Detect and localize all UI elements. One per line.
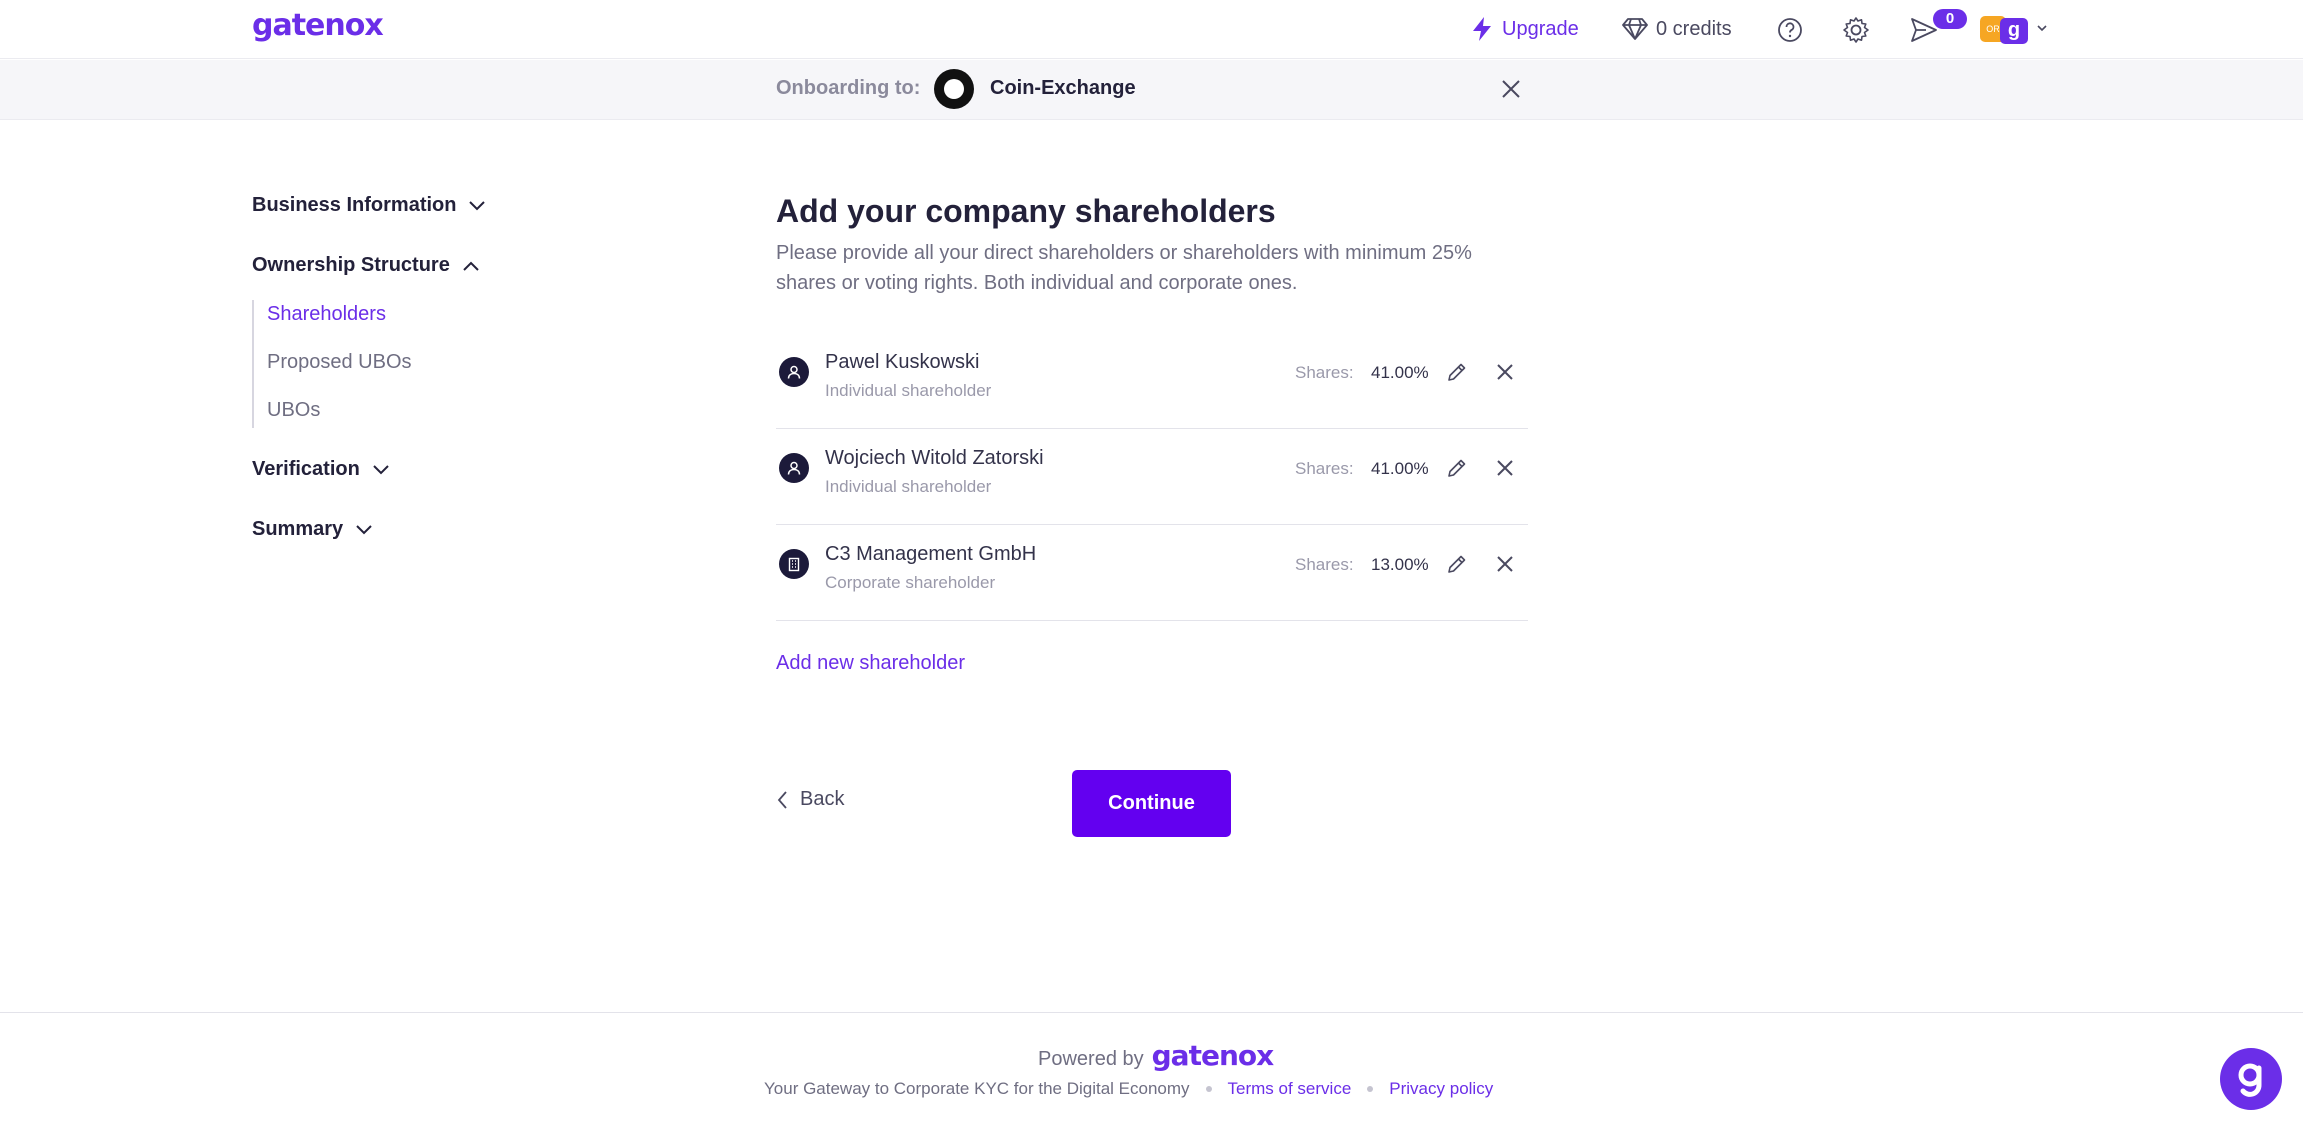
lightning-icon: [1473, 17, 1491, 41]
nav-section-ownership-structure[interactable]: Ownership Structure: [252, 254, 480, 277]
shares-label: Shares:: [1295, 363, 1354, 382]
shares-label: Shares:: [1295, 459, 1354, 478]
shares-label: Shares:: [1295, 555, 1354, 574]
onboarding-company-name: Coin-Exchange: [990, 77, 1136, 99]
diamond-icon: [1622, 18, 1648, 40]
edit-pencil-icon[interactable]: [1446, 553, 1468, 575]
remove-close-icon[interactable]: [1494, 553, 1516, 575]
nav-section-summary[interactable]: Summary: [252, 518, 373, 541]
subnav-item-shareholders[interactable]: Shareholders: [267, 303, 386, 326]
shareholder-row: Wojciech Witold Zatorski Individual shar…: [776, 429, 1528, 525]
credits-label: 0 credits: [1656, 17, 1732, 40]
shareholder-row: C3 Management GmbH Corporate shareholder…: [776, 525, 1528, 621]
question-icon: [1778, 18, 1802, 42]
footer-logo[interactable]: gatenox: [1152, 1039, 1275, 1072]
subnav-item-ubos[interactable]: UBOs: [267, 399, 320, 422]
footer-tagline: Your Gateway to Corporate KYC for the Di…: [764, 1079, 1190, 1098]
powered-by: Powered by gatenox: [1038, 1039, 1275, 1072]
shares-value: 41.00%: [1371, 363, 1429, 382]
shareholder-name: C3 Management GmbH: [825, 543, 1037, 565]
onboarding-bar: Onboarding to: Coin-Exchange: [0, 60, 2303, 120]
upgrade-label: Upgrade: [1502, 17, 1579, 40]
chat-g-icon: [2238, 1063, 2262, 1097]
shareholder-type: Individual shareholder: [825, 477, 992, 496]
page-title: Add your company shareholders: [776, 193, 1276, 229]
building-icon: [779, 549, 809, 579]
help-button[interactable]: [1774, 14, 1806, 46]
ownership-subnav: Shareholders Proposed UBOs UBOs: [252, 300, 452, 428]
shareholder-name: Wojciech Witold Zatorski: [825, 447, 1044, 469]
credits-display[interactable]: 0 credits: [1622, 13, 1732, 45]
person-icon: [779, 453, 809, 483]
footer-links: Your Gateway to Corporate KYC for the Di…: [764, 1079, 1493, 1099]
nav-section-label: Summary: [252, 518, 344, 540]
account-menu[interactable]: OR g: [1980, 16, 2052, 46]
back-label: Back: [800, 788, 845, 810]
shareholder-type: Corporate shareholder: [825, 573, 996, 592]
chevron-down-icon: [469, 200, 486, 210]
separator-dot: [1205, 1086, 1212, 1092]
edit-pencil-icon[interactable]: [1446, 361, 1468, 383]
company-logo: [934, 69, 974, 109]
gear-icon: [1843, 17, 1869, 43]
footer: Powered by gatenox Your Gateway to Corpo…: [0, 1012, 2303, 1131]
nav-section-verification[interactable]: Verification: [252, 458, 390, 481]
gatenox-logo[interactable]: gatenox: [252, 8, 384, 43]
privacy-link[interactable]: Privacy policy: [1389, 1079, 1493, 1099]
chevron-down-icon: [2037, 25, 2047, 32]
shareholder-row: Pawel Kuskowski Individual shareholder S…: [776, 333, 1528, 429]
chevron-up-icon: [463, 261, 479, 271]
close-icon[interactable]: [1500, 78, 1522, 100]
chevron-down-icon: [373, 464, 389, 474]
top-bar: gatenox Upgrade 0 credits 0 OR g: [0, 0, 2303, 59]
shares-value: 13.00%: [1371, 555, 1429, 574]
subnav-item-proposed-ubos[interactable]: Proposed UBOs: [267, 351, 412, 374]
user-avatar: g: [2000, 18, 2028, 44]
nav-section-label: Business Information: [252, 194, 457, 216]
terms-link[interactable]: Terms of service: [1228, 1079, 1352, 1099]
nav-section-label: Verification: [252, 458, 360, 480]
edit-pencil-icon[interactable]: [1446, 457, 1468, 479]
shareholder-type: Individual shareholder: [825, 381, 992, 400]
upgrade-button[interactable]: Upgrade: [1470, 13, 1579, 45]
page-description: Please provide all your direct sharehold…: [776, 242, 1472, 294]
chevron-down-icon: [356, 524, 372, 534]
separator-dot: [1367, 1086, 1374, 1092]
shares-value: 41.00%: [1371, 459, 1429, 478]
settings-button[interactable]: [1840, 14, 1872, 46]
back-button[interactable]: Back: [776, 788, 844, 811]
nav-section-label: Ownership Structure: [252, 254, 450, 276]
add-shareholder-link[interactable]: Add new shareholder: [776, 652, 965, 675]
onboarding-label: Onboarding to:: [776, 77, 921, 99]
remove-close-icon[interactable]: [1494, 361, 1516, 383]
continue-button[interactable]: Continue: [1072, 770, 1231, 837]
notification-badge: 0: [1933, 9, 1967, 29]
chat-launcher-button[interactable]: [2220, 1048, 2282, 1110]
powered-by-label: Powered by: [1038, 1048, 1144, 1070]
remove-close-icon[interactable]: [1494, 457, 1516, 479]
chevron-left-icon: [777, 790, 787, 809]
shareholder-name: Pawel Kuskowski: [825, 351, 980, 373]
person-icon: [779, 357, 809, 387]
nav-section-business-information[interactable]: Business Information: [252, 194, 486, 217]
